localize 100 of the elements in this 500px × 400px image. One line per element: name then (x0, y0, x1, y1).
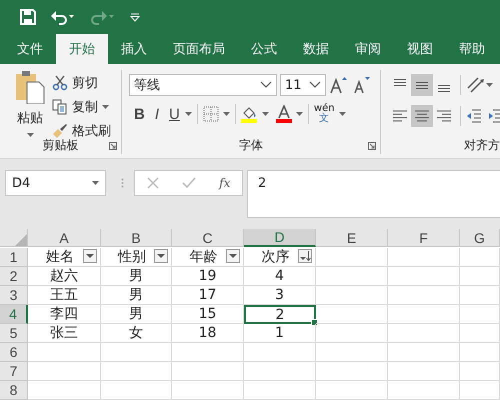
row-header[interactable]: 7 (0, 362, 28, 381)
row-header[interactable]: 6 (0, 343, 28, 362)
insert-function-button[interactable]: fx (219, 176, 230, 190)
empty-cell[interactable] (172, 362, 244, 381)
caret-icon[interactable] (486, 83, 493, 87)
scissors-icon[interactable] (52, 75, 68, 91)
increase-indent-icon[interactable] (488, 109, 500, 123)
ribbon-tab[interactable]: 插入 (108, 34, 160, 64)
empty-cell[interactable] (460, 267, 500, 286)
fill-handle[interactable] (311, 319, 318, 326)
empty-cell[interactable] (460, 343, 500, 362)
caret-icon[interactable] (338, 112, 346, 116)
row-header[interactable]: 3 (0, 286, 28, 305)
empty-cell[interactable] (388, 286, 460, 305)
ribbon-tab[interactable]: 审阅 (342, 34, 394, 64)
caret-icon[interactable] (262, 112, 269, 116)
empty-cell[interactable] (460, 381, 500, 400)
cut-button[interactable]: 剪切 (72, 74, 98, 92)
empty-cell[interactable] (172, 343, 244, 362)
empty-cell[interactable] (316, 381, 388, 400)
borders-icon[interactable] (202, 106, 219, 122)
empty-cell[interactable] (388, 343, 460, 362)
ribbon-tab[interactable]: 数据 (290, 34, 342, 64)
empty-cell[interactable] (316, 248, 388, 267)
fill-color-icon[interactable] (240, 105, 259, 123)
empty-cell[interactable] (316, 343, 388, 362)
dropdown-caret-icon[interactable] (309, 81, 322, 89)
empty-cell[interactable] (316, 286, 388, 305)
horizontal-align-button[interactable] (411, 105, 433, 127)
filter-button[interactable] (226, 249, 240, 263)
dropdown-caret-icon[interactable] (260, 81, 272, 89)
undo-icon[interactable] (50, 9, 76, 25)
row-header[interactable]: 8 (0, 381, 28, 400)
dialog-launcher-icon[interactable] (368, 142, 376, 150)
shrink-font-icon[interactable] (352, 76, 372, 94)
ribbon-tab[interactable]: 文件 (4, 34, 56, 64)
empty-cell[interactable] (388, 267, 460, 286)
column-header[interactable]: G (460, 229, 500, 247)
empty-cell[interactable] (316, 267, 388, 286)
copy-button[interactable]: 复制 (72, 98, 98, 116)
empty-cell[interactable] (388, 248, 460, 267)
phonetic-guide-button[interactable]: wén 文 (314, 104, 335, 124)
formula-input[interactable]: 2 (247, 170, 500, 218)
empty-cell[interactable] (244, 343, 316, 362)
empty-cell[interactable] (388, 324, 460, 343)
sort-filter-button[interactable] (298, 249, 312, 263)
empty-cell[interactable] (101, 381, 172, 400)
paste-button[interactable]: 粘贴 (17, 109, 43, 127)
dropdown-caret-icon[interactable] (92, 181, 99, 185)
grow-font-icon[interactable] (329, 76, 350, 94)
empty-cell[interactable] (316, 305, 388, 324)
column-header[interactable]: B (101, 229, 172, 247)
bold-button[interactable]: B (129, 106, 150, 122)
empty-cell[interactable] (172, 381, 244, 400)
empty-cell[interactable] (460, 248, 500, 267)
ribbon-tab[interactable]: 帮助 (446, 34, 498, 64)
empty-cell[interactable] (316, 362, 388, 381)
column-header[interactable]: C (172, 229, 244, 247)
column-header[interactable]: F (388, 229, 460, 247)
brush-icon[interactable] (52, 123, 68, 139)
row-header[interactable]: 4 (0, 305, 28, 324)
check-icon[interactable] (182, 177, 196, 189)
empty-cell[interactable] (244, 381, 316, 400)
empty-cell[interactable] (316, 324, 388, 343)
decrease-indent-icon[interactable] (466, 109, 482, 123)
caret-icon[interactable] (102, 105, 109, 109)
column-header[interactable]: E (316, 229, 388, 247)
row-header[interactable]: 1 (0, 248, 28, 267)
vertical-align-button[interactable] (411, 74, 433, 96)
dialog-launcher-icon[interactable] (109, 142, 118, 150)
copy-icon[interactable] (52, 99, 68, 115)
underline-button[interactable]: U (164, 106, 185, 122)
empty-cell[interactable] (388, 381, 460, 400)
column-header[interactable]: A (28, 229, 101, 247)
ribbon-tab[interactable]: 开始 (56, 34, 108, 64)
empty-cell[interactable] (101, 362, 172, 381)
empty-cell[interactable] (101, 343, 172, 362)
font-size-field[interactable]: 11 (280, 74, 326, 96)
empty-cell[interactable] (460, 305, 500, 324)
cancel-icon[interactable] (146, 177, 159, 189)
caret-icon[interactable] (184, 112, 192, 116)
empty-cell[interactable] (244, 362, 316, 381)
column-header[interactable]: D (244, 229, 316, 247)
caret-icon[interactable] (296, 112, 303, 116)
italic-button[interactable]: I (150, 106, 164, 122)
name-box[interactable]: D4 (5, 170, 106, 196)
ribbon-tab[interactable]: 页面布局 (160, 34, 238, 64)
caret-icon[interactable] (222, 112, 230, 116)
format-painter-button[interactable]: 格式刷 (72, 122, 111, 140)
font-name-field[interactable]: 等线 (129, 74, 278, 96)
filter-button[interactable] (83, 249, 97, 263)
ribbon-tab[interactable]: 公式 (238, 34, 290, 64)
paste-icon[interactable] (15, 70, 45, 104)
font-color-icon[interactable] (274, 105, 293, 123)
filter-button[interactable] (154, 249, 168, 263)
empty-cell[interactable] (460, 362, 500, 381)
ribbon-tab[interactable]: 视图 (394, 34, 446, 64)
row-header[interactable]: 2 (0, 267, 28, 286)
save-icon[interactable] (20, 9, 36, 25)
empty-cell[interactable] (460, 324, 500, 343)
